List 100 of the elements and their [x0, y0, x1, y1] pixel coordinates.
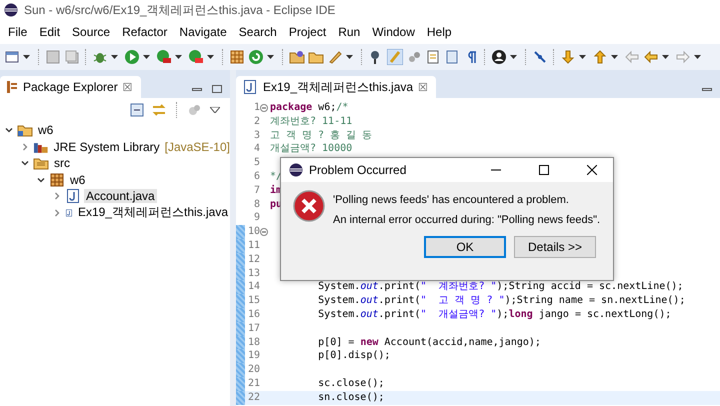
line-number: 9 [252, 211, 260, 226]
dialog-button[interactable]: Details >> [514, 236, 596, 258]
line-number: 17 [246, 322, 260, 336]
line-number: 12 [246, 252, 260, 267]
code-line: package w6;/* [269, 101, 348, 115]
dropdown-caret-icon[interactable] [175, 55, 182, 59]
menu-item[interactable]: Run [332, 25, 366, 39]
link-icon[interactable] [406, 49, 422, 65]
dropdown-caret-icon[interactable] [111, 55, 118, 59]
left-arrow-icon[interactable] [643, 49, 659, 65]
code-line: sc.close(); [317, 376, 384, 391]
maximize-icon[interactable] [539, 165, 549, 175]
code-line: System.out.print(" 개설금액? ");long jango = sc.nextLong(); [317, 308, 672, 322]
window-title: Sun - w6/src/w6/Ex19_객체레퍼런스this.java - Eclipse IDE [24, 2, 336, 18]
dropdown-caret-icon[interactable] [207, 55, 214, 59]
error-detail: An internal error occurred during: "Polling news feeds". [333, 214, 600, 226]
line-number: 1 [252, 101, 260, 115]
code-line: System.out.print(" 계좌번호? ");String accid = sc.nextLine(); [317, 280, 684, 294]
line-number: 18 [246, 336, 260, 350]
editor-tab[interactable]: Ex19_객체레퍼런스this.java ☒ [236, 76, 436, 98]
dropdown-caret-icon[interactable] [346, 55, 353, 59]
line-number: 4 [252, 142, 260, 156]
folder-icon[interactable] [289, 49, 305, 65]
dialog-title: Problem Occurred [309, 163, 408, 177]
line-number: 6 [252, 170, 260, 184]
menu-item[interactable]: Help [420, 25, 458, 39]
java-file-icon [242, 79, 258, 95]
tree-item[interactable]: src [52, 156, 72, 170]
dialog-button[interactable]: OK [424, 236, 506, 258]
tree-item-decoration: [JavaSE-10] [164, 140, 230, 154]
dropdown-caret-icon[interactable] [694, 55, 701, 59]
code-line: 개설금액? 10000 [269, 142, 352, 156]
package-explorer-icon [6, 80, 18, 94]
maximize-icon[interactable] [212, 85, 222, 93]
up-arrow-icon[interactable] [592, 49, 608, 65]
eclipse-logo-icon [289, 163, 303, 177]
fold-icon[interactable] [260, 228, 268, 236]
menu-item[interactable]: Edit [33, 25, 66, 39]
collapse-all-icon[interactable] [130, 103, 144, 117]
tree-item[interactable]: w6 [36, 123, 56, 138]
document-icon[interactable] [425, 49, 441, 65]
dropdown-caret-icon[interactable] [662, 55, 669, 59]
save-all-icon[interactable] [64, 49, 80, 65]
line-number: 8 [252, 198, 260, 212]
coverage-icon[interactable] [156, 49, 172, 65]
line-number: 13 [246, 266, 260, 280]
line-number: 11 [246, 238, 260, 253]
menu-item[interactable]: Source [66, 25, 116, 39]
collapsed-chevron-icon[interactable] [20, 142, 30, 152]
eclipse-logo-icon [4, 3, 18, 17]
code-line: sn.close(); [317, 390, 384, 405]
code-line: 계좌번호? 11-11 [269, 114, 352, 129]
dropdown-caret-icon[interactable] [143, 55, 150, 59]
minimize-icon[interactable] [491, 169, 501, 171]
code-line: System.out.print(" 고 객 명 ? ");String name = sn.nextLine(); [317, 294, 686, 308]
menu-item[interactable]: Project [282, 25, 332, 39]
save-icon[interactable] [45, 49, 61, 65]
dropdown-caret-icon[interactable] [510, 55, 517, 59]
person-icon[interactable] [491, 49, 507, 65]
fold-icon[interactable] [260, 104, 268, 112]
minimize-icon[interactable] [192, 88, 202, 90]
menu-item[interactable]: File [2, 25, 34, 39]
menu-item[interactable]: Refactor [116, 25, 174, 39]
down-arrow-icon[interactable] [560, 49, 576, 65]
view-menu-icon[interactable] [210, 107, 220, 113]
tree-item[interactable]: w6 [68, 172, 88, 187]
tree-item[interactable]: JRE System Library [52, 140, 162, 154]
collapsed-chevron-icon[interactable] [52, 191, 62, 202]
line-number: 10 [246, 225, 260, 239]
page-icon[interactable] [444, 49, 460, 65]
package-explorer-tab[interactable]: Package Explorer ☒ [0, 76, 141, 98]
line-number: 3 [252, 128, 260, 142]
close-icon[interactable]: ☒ [418, 80, 428, 94]
menu-item[interactable]: Window [366, 25, 421, 39]
line-number: 7 [252, 184, 260, 198]
new-window-icon[interactable] [4, 49, 20, 65]
error-message: 'Polling news feeds' has encountered a problem. [333, 194, 570, 206]
close-icon[interactable]: ☒ [122, 80, 133, 94]
grid-icon[interactable] [229, 49, 245, 65]
dropdown-caret-icon[interactable] [611, 55, 618, 59]
external-tool-icon[interactable] [188, 49, 204, 65]
dropdown-caret-icon[interactable] [23, 55, 30, 59]
error-icon [293, 190, 325, 222]
close-icon[interactable] [587, 165, 597, 175]
package-icon [49, 172, 65, 188]
menu-item[interactable]: Navigate [173, 25, 233, 39]
dropdown-caret-icon[interactable] [267, 55, 274, 59]
dropdown-caret-icon[interactable] [579, 55, 586, 59]
line-number: 21 [246, 376, 260, 391]
collapsed-chevron-icon[interactable] [52, 208, 62, 218]
pencil-icon[interactable] [327, 49, 343, 65]
line-number: 16 [246, 308, 260, 322]
tree-item[interactable]: Account.java [84, 189, 157, 204]
minimize-icon[interactable] [702, 88, 712, 90]
line-number: 2 [252, 114, 260, 129]
tree-item[interactable]: Ex19_객체레퍼런스this.java [76, 204, 230, 222]
slash-icon[interactable] [532, 49, 548, 65]
line-number: 22 [246, 390, 260, 405]
menu-item[interactable]: Search [232, 25, 283, 39]
code-line: 고 객 명 ? 홍 길 동 [269, 128, 372, 142]
